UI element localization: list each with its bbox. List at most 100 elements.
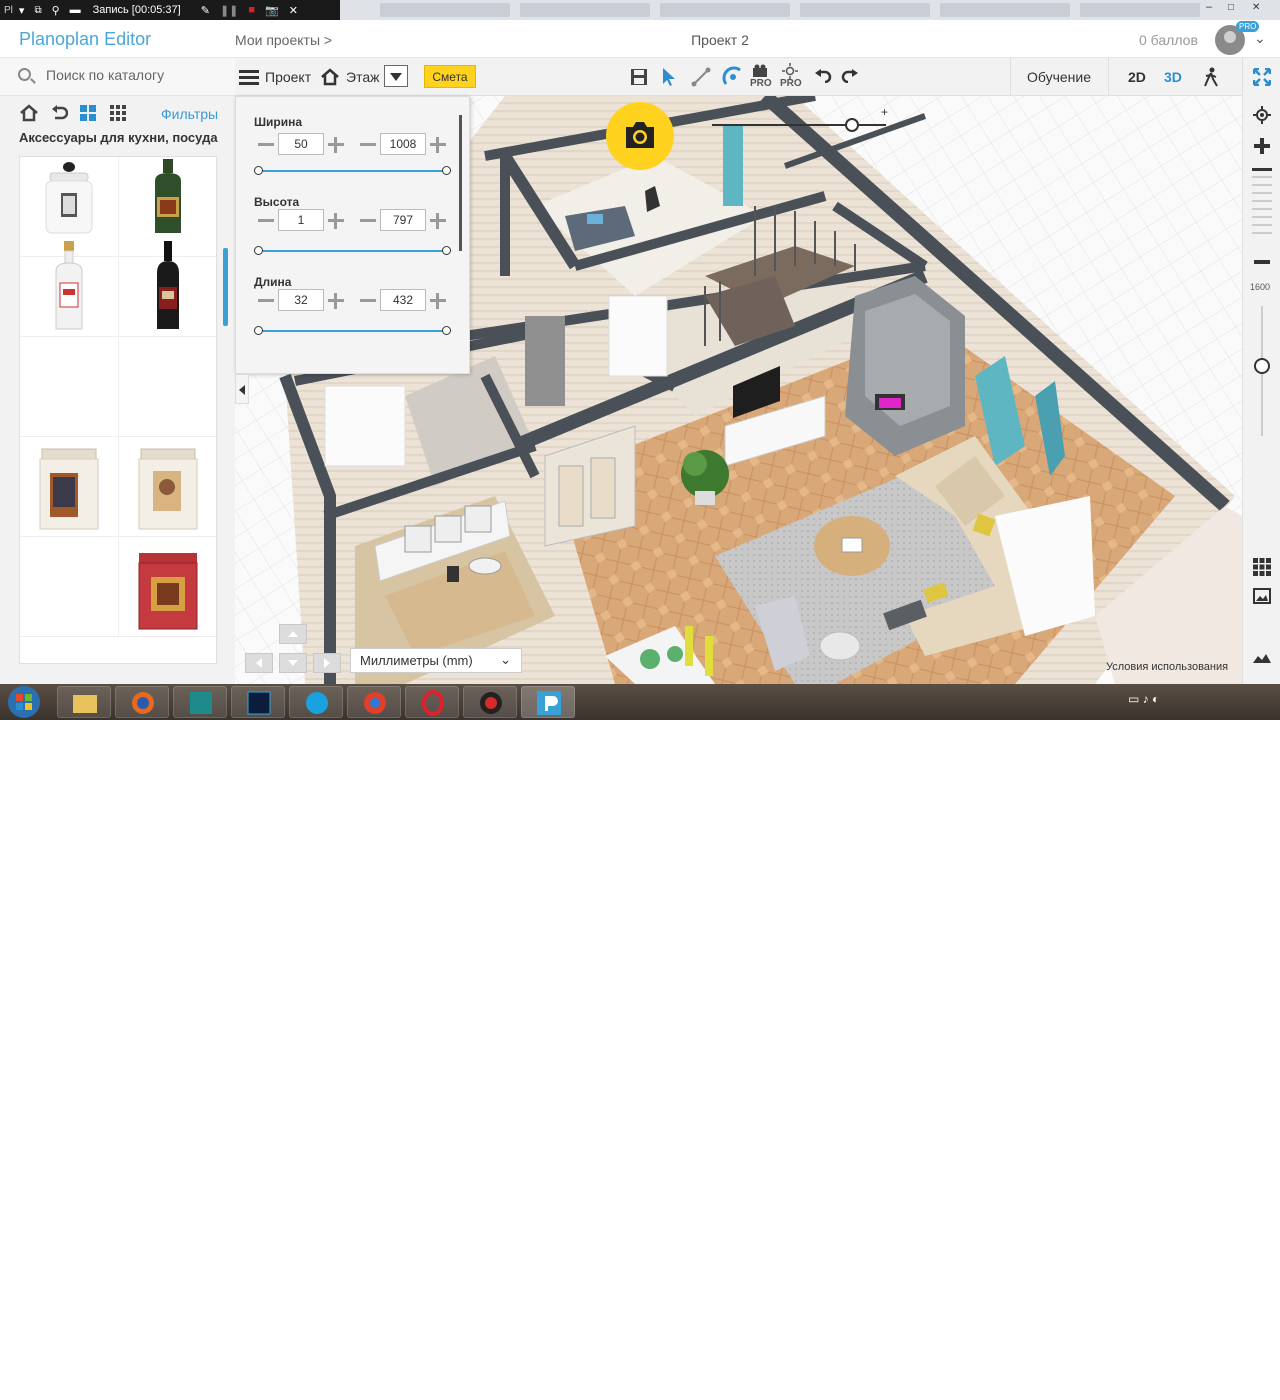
- tutorial-button[interactable]: Обучение: [1027, 58, 1091, 96]
- length-slider-knob-left[interactable]: [254, 326, 263, 335]
- center-view-icon[interactable]: [1253, 106, 1271, 124]
- camera-height-knob[interactable]: [845, 118, 859, 132]
- save-icon[interactable]: [630, 68, 648, 86]
- height-slider-knob-left[interactable]: [254, 246, 263, 255]
- grid-toggle-icon[interactable]: [1253, 558, 1271, 576]
- light-tool-icon[interactable]: [782, 63, 798, 79]
- stop-icon[interactable]: ■: [248, 4, 255, 16]
- view-3d-button[interactable]: 3D: [1164, 58, 1182, 96]
- menu-caret-icon[interactable]: ▾: [19, 4, 25, 17]
- zoom-scale[interactable]: [1252, 168, 1272, 248]
- restore-icon[interactable]: ⧉: [34, 5, 41, 16]
- pen-icon[interactable]: ✎: [201, 4, 210, 17]
- app-logo[interactable]: Planoplan Editor: [19, 29, 151, 50]
- grid-large-icon[interactable]: [80, 105, 96, 121]
- pan-left-button[interactable]: [245, 653, 273, 673]
- notification-tray-icons[interactable]: ▭ ♪ ◐: [1128, 692, 1159, 706]
- maximize-window-icon[interactable]: □: [1228, 2, 1234, 13]
- length-a-plus-icon[interactable]: [328, 293, 344, 309]
- catalog-item[interactable]: [119, 237, 218, 337]
- chevron-down-icon[interactable]: ⌄: [1254, 30, 1266, 47]
- estimate-button[interactable]: Смета: [424, 65, 476, 88]
- pan-down-button[interactable]: [279, 653, 307, 673]
- width-slider-knob-left[interactable]: [254, 166, 263, 175]
- zoom-in-icon[interactable]: [1254, 138, 1270, 154]
- clock[interactable]: 11:47 24.04.2017: [1200, 1372, 1260, 1400]
- catalog-item[interactable]: [20, 337, 119, 437]
- length-slider[interactable]: [258, 330, 448, 332]
- height-b-input[interactable]: [380, 209, 426, 231]
- plus-icon[interactable]: +: [881, 105, 888, 119]
- height-b-plus-icon[interactable]: [430, 213, 446, 229]
- catalog-item[interactable]: [119, 537, 218, 637]
- catalog-item[interactable]: [20, 237, 119, 337]
- height-slider-knob-right[interactable]: [442, 246, 451, 255]
- taskbar-recorder[interactable]: [463, 686, 517, 718]
- wall-tool-icon[interactable]: [691, 67, 711, 87]
- browser-tab[interactable]: [1080, 3, 1200, 17]
- grid-small-icon[interactable]: [110, 105, 126, 121]
- image-icon[interactable]: [1253, 588, 1271, 604]
- floor-dropdown[interactable]: [384, 65, 408, 87]
- length-b-plus-icon[interactable]: [430, 293, 446, 309]
- home-icon[interactable]: [19, 104, 39, 122]
- length-b-input[interactable]: [380, 289, 426, 311]
- width-a-minus-icon[interactable]: [258, 143, 274, 146]
- taskbar-chrome[interactable]: [347, 686, 401, 718]
- filters-link[interactable]: Фильтры: [161, 106, 218, 122]
- taskbar-planoplan[interactable]: [521, 686, 575, 718]
- back-icon[interactable]: [50, 104, 68, 122]
- taskbar-photoshop[interactable]: [231, 686, 285, 718]
- screenshot-button[interactable]: [606, 102, 674, 170]
- catalog-item[interactable]: [119, 337, 218, 437]
- minimize-icon[interactable]: ▬: [70, 4, 81, 16]
- minimize-window-icon[interactable]: –: [1206, 1, 1212, 13]
- width-a-input[interactable]: [278, 133, 324, 155]
- pan-right-button[interactable]: [313, 653, 341, 673]
- close-icon[interactable]: ✕: [289, 4, 298, 17]
- height-a-plus-icon[interactable]: [328, 213, 344, 229]
- browser-tab[interactable]: [520, 3, 650, 17]
- search-input[interactable]: [46, 67, 226, 83]
- terrain-icon[interactable]: [1253, 652, 1271, 664]
- width-a-plus-icon[interactable]: [328, 137, 344, 153]
- units-select[interactable]: Миллиметры (mm) ⌄: [350, 648, 522, 673]
- language-indicator[interactable]: RU: [1078, 1378, 1094, 1390]
- zoom-out-icon[interactable]: [1254, 260, 1270, 264]
- catalog-item[interactable]: [20, 437, 119, 537]
- panel-scrollbar[interactable]: [459, 115, 462, 251]
- catalog-item[interactable]: [119, 437, 218, 537]
- height-slider[interactable]: [258, 250, 448, 252]
- taskbar-opera[interactable]: [405, 686, 459, 718]
- breadcrumb-my-projects[interactable]: Мои проекты >: [235, 32, 332, 48]
- taskbar-explorer[interactable]: [57, 686, 111, 718]
- width-slider-knob-right[interactable]: [442, 166, 451, 175]
- camera-height-track[interactable]: [712, 124, 886, 126]
- fullscreen-icon[interactable]: [1253, 68, 1271, 86]
- close-window-icon[interactable]: ✕: [1252, 2, 1260, 13]
- project-menu-button[interactable]: Проект: [239, 58, 311, 96]
- camera-tool-icon[interactable]: [752, 64, 768, 78]
- browser-tab[interactable]: [940, 3, 1070, 17]
- catalog-scrollbar[interactable]: [223, 248, 228, 326]
- start-button-icon[interactable]: [6, 685, 42, 719]
- pan-up-button[interactable]: [279, 624, 307, 644]
- search-icon[interactable]: ⚲: [52, 4, 60, 17]
- collapse-panel-button[interactable]: [235, 374, 249, 404]
- taskbar-maya[interactable]: [173, 686, 227, 718]
- browser-tab[interactable]: [660, 3, 790, 17]
- walk-mode-icon[interactable]: [1203, 67, 1219, 87]
- undo-icon[interactable]: [814, 69, 832, 83]
- height-slider-knob[interactable]: [1254, 358, 1270, 374]
- floor-button[interactable]: Этаж: [320, 58, 379, 96]
- length-a-input[interactable]: [278, 289, 324, 311]
- length-slider-knob-right[interactable]: [442, 326, 451, 335]
- height-a-input[interactable]: [278, 209, 324, 231]
- width-b-plus-icon[interactable]: [430, 137, 446, 153]
- taskbar-skype[interactable]: [289, 686, 343, 718]
- measure-tool-icon[interactable]: [722, 66, 744, 88]
- height-a-minus-icon[interactable]: [258, 219, 274, 222]
- browser-tab[interactable]: [800, 3, 930, 17]
- camera-icon[interactable]: 📷: [265, 4, 279, 17]
- length-b-minus-icon[interactable]: [360, 299, 376, 302]
